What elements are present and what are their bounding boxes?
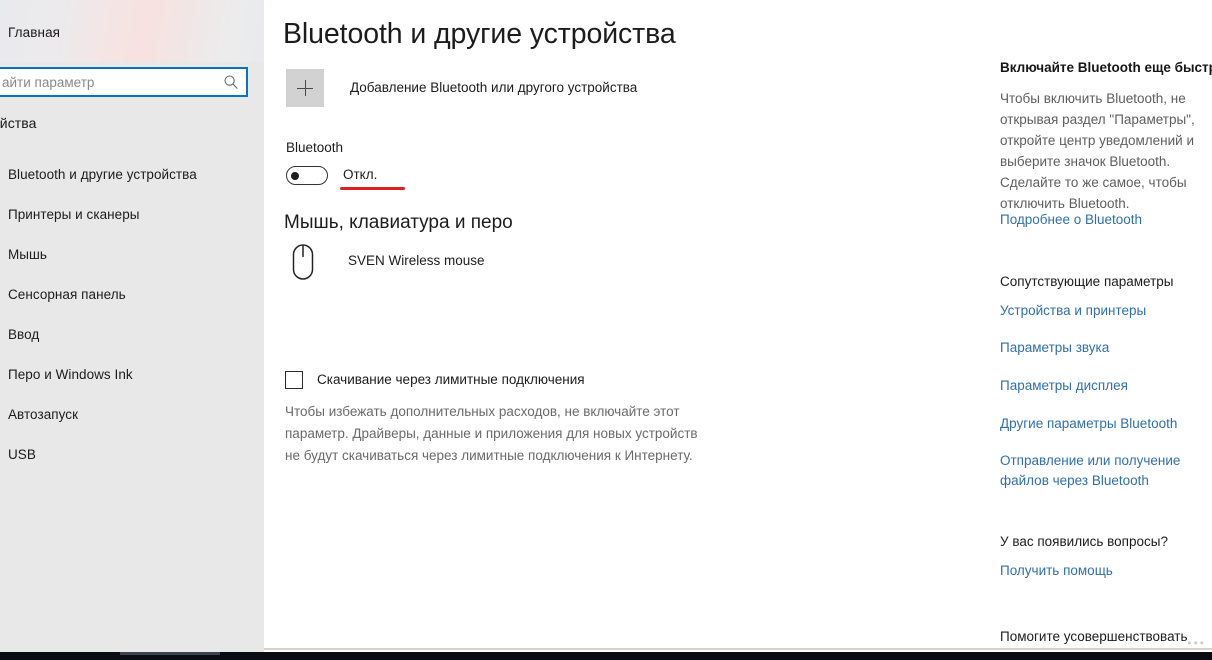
bluetooth-label: Bluetooth [286,140,344,155]
page-title: Bluetooth и другие устройства [283,18,676,50]
link-devices-and-printers[interactable]: Устройства и принтеры [1000,301,1206,321]
sidebar-item-autoplay[interactable]: Автозапуск [0,395,264,435]
sidebar-item-typing[interactable]: Ввод [0,315,264,355]
metered-description: Чтобы избежать дополнительных расходов, … [285,404,698,463]
sidebar-section-header: ройства [0,115,37,131]
window-bottom-edge [264,648,1212,650]
link-send-receive-files[interactable]: Отправление или получение файлов через B… [1000,451,1206,491]
taskbar [0,652,1212,660]
sidebar-home-link[interactable]: Главная [8,25,60,41]
sidebar-item-printers[interactable]: Принтеры и сканеры [0,195,264,235]
link-display-settings[interactable]: Параметры дисплея [1000,376,1206,396]
sidebar-item-usb[interactable]: USB [0,435,264,475]
tip-heading: Включайте Bluetooth еще быстрее [1000,60,1212,75]
plus-icon [286,69,324,107]
link-learn-more-bluetooth[interactable]: Подробнее о Bluetooth [1000,210,1206,230]
metered-checkbox[interactable] [285,371,303,389]
tip-body: Чтобы включить Bluetooth, не открывая ра… [1000,91,1195,211]
sidebar-item-touchpad[interactable]: Сенсорная панель [0,275,264,315]
sidebar-item-pen-windows-ink[interactable]: Перо и Windows Ink [0,355,264,395]
bluetooth-toggle[interactable] [286,166,328,185]
link-more-bluetooth-options[interactable]: Другие параметры Bluetooth [1000,414,1206,434]
questions-heading: У вас появились вопросы? [1000,534,1168,549]
taskbar-active-app-indicator [120,652,220,655]
sidebar-item-mouse[interactable]: Мышь [0,235,264,275]
link-get-help[interactable]: Получить помощь [1000,561,1206,581]
sidebar-item-bluetooth[interactable]: Bluetooth и другие устройства [0,155,264,195]
device-name: SVEN Wireless mouse [348,253,485,268]
main-content: Bluetooth и другие устройства Добавление… [264,0,994,652]
mouse-icon [291,243,315,281]
settings-window: Главная ройства Bluetooth и другие устро… [0,0,1212,660]
metered-label: Скачивание через лимитные подключения [317,372,585,387]
bluetooth-state-label: Откл. [343,167,378,182]
link-sound-settings[interactable]: Параметры звука [1000,338,1206,358]
search-box[interactable] [0,67,248,97]
right-panel: Включайте Bluetooth еще быстрее Чтобы вк… [994,0,1212,652]
sidebar: Главная ройства Bluetooth и другие устро… [0,0,264,652]
search-icon [223,74,239,90]
annotation-underline [340,187,405,190]
search-input[interactable] [2,69,202,95]
related-settings-heading: Сопутствующие параметры [1000,274,1174,289]
sidebar-nav-list: Bluetooth и другие устройства Принтеры и… [0,155,264,475]
mouse-section-heading: Мышь, клавиатура и перо [284,212,513,233]
add-device-label: Добавление Bluetooth или другого устройс… [350,80,638,95]
toggle-knob [291,171,299,180]
